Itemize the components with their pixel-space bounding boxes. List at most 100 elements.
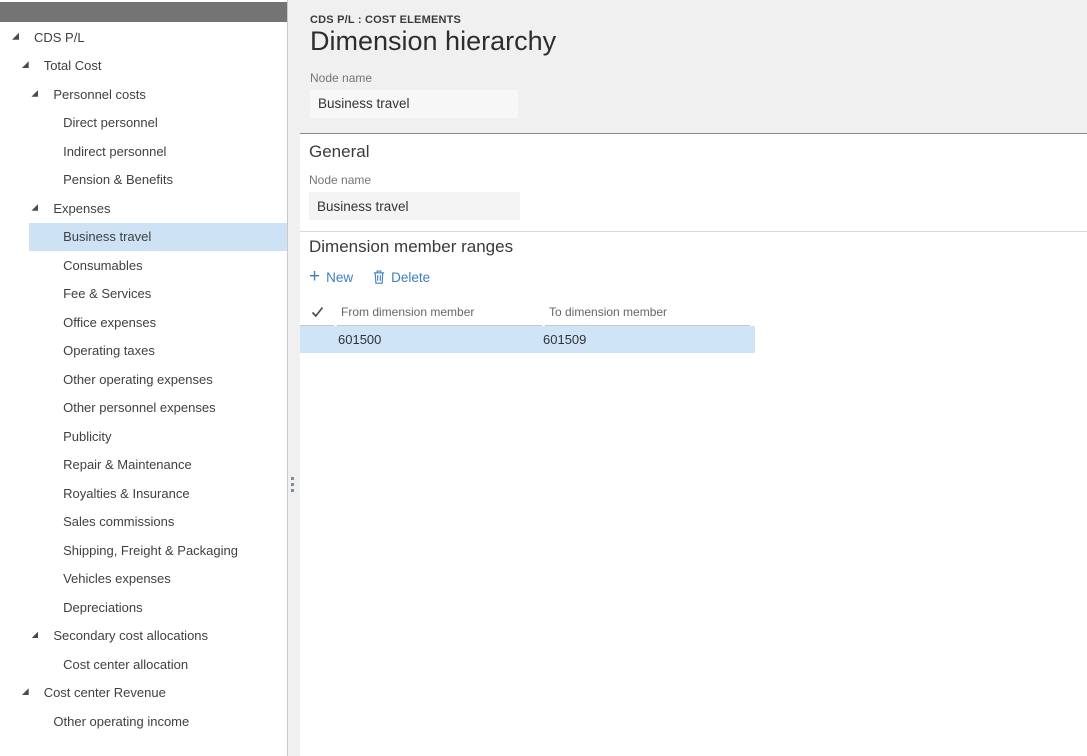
ranges-grid-body: 601500601509 — [300, 326, 1087, 353]
general-node-name-label: Node name — [309, 173, 1087, 187]
trash-icon — [373, 270, 385, 284]
tree-item[interactable]: Other operating expenses — [29, 365, 287, 394]
tree-item-label: Cost center Revenue — [44, 685, 166, 700]
expander-spacer — [39, 365, 63, 394]
expander-spacer — [39, 451, 63, 480]
node-name-label: Node name — [310, 71, 1087, 85]
expander-spacer — [39, 479, 63, 508]
expander-spacer — [39, 565, 63, 594]
dimension-member-ranges-section: Dimension member ranges + New — [300, 231, 1087, 756]
ranges-grid-header: From dimension member To dimension membe… — [300, 299, 1087, 326]
tree-item[interactable]: Other personnel expenses — [29, 394, 287, 423]
node-name-input[interactable] — [310, 90, 518, 118]
tree-item[interactable]: Royalties & Insurance — [29, 479, 287, 508]
tree-item[interactable]: Vehicles expenses — [29, 565, 287, 594]
plus-icon: + — [309, 270, 320, 283]
tree-item-label: Other operating income — [53, 714, 189, 729]
expander-spacer — [39, 337, 63, 366]
tree-item-label: Cost center allocation — [63, 657, 188, 672]
tree-item-label: Royalties & Insurance — [63, 486, 189, 501]
tree-item[interactable]: Direct personnel — [29, 109, 287, 138]
tree-item[interactable]: Secondary cost allocations — [19, 622, 287, 651]
expanded-triangle-icon[interactable] — [10, 23, 34, 52]
tree-item[interactable]: Consumables — [29, 251, 287, 280]
tree-item-label: Operating taxes — [63, 343, 155, 358]
general-section-title: General — [309, 142, 1087, 162]
to-dimension-member-cell[interactable]: 601509 — [539, 332, 744, 347]
ranges-grid: From dimension member To dimension membe… — [300, 299, 1087, 353]
expanded-triangle-icon[interactable] — [29, 622, 53, 651]
dimension-hierarchy-app: CDS P/L Total Cost Personnel costs Direct p… — [0, 0, 1087, 756]
ranges-grid-row[interactable]: 601500601509 — [300, 326, 755, 353]
tree-item[interactable]: Personnel costs — [19, 80, 287, 109]
tree-item[interactable]: Expenses — [19, 194, 287, 223]
tree-item[interactable]: Repair & Maintenance — [29, 451, 287, 480]
checkmark-icon — [311, 306, 324, 318]
tree-item[interactable]: Publicity — [29, 422, 287, 451]
expander-spacer — [39, 166, 63, 195]
splitter-grip-icon[interactable] — [291, 477, 294, 492]
expander-spacer — [39, 650, 63, 679]
tree-item-label: Fee & Services — [63, 286, 151, 301]
delete-button-label: Delete — [391, 270, 430, 285]
new-button-label: New — [326, 270, 353, 285]
tree-item[interactable]: Cost center Revenue — [10, 679, 287, 708]
expander-spacer — [39, 109, 63, 138]
column-header-to[interactable]: To dimension member — [545, 299, 750, 326]
expander-spacer — [29, 707, 53, 736]
tree-item[interactable]: Shipping, Freight & Packaging — [29, 536, 287, 565]
expanded-triangle-icon — [22, 61, 29, 68]
expanded-triangle-icon[interactable] — [29, 80, 53, 109]
delete-button[interactable]: Delete — [373, 270, 430, 285]
general-node-name-input[interactable] — [309, 192, 520, 220]
detail-panel: CDS P/L : COST ELEMENTS Dimension hierar… — [300, 0, 1087, 756]
expanded-triangle-icon[interactable] — [29, 194, 53, 223]
tree-item[interactable]: Fee & Services — [29, 280, 287, 309]
ranges-action-bar: + New Delete — [300, 267, 1087, 287]
tree-item[interactable]: Other operating income — [19, 707, 287, 736]
page-header: CDS P/L : COST ELEMENTS Dimension hierar… — [300, 0, 1087, 133]
general-section: General Node name — [300, 133, 1087, 231]
tree-item-label: Sales commissions — [63, 514, 174, 529]
tree-item[interactable]: Pension & Benefits — [29, 166, 287, 195]
select-column-header[interactable] — [300, 299, 334, 326]
tree-item-label: CDS P/L — [34, 30, 85, 45]
tree-item[interactable]: Depreciations — [29, 593, 287, 622]
tree-item-label: Pension & Benefits — [63, 172, 173, 187]
tree-item[interactable]: Office expenses — [29, 308, 287, 337]
tree-item-label: Other personnel expenses — [63, 400, 215, 415]
expander-spacer — [39, 536, 63, 565]
expanded-triangle-icon — [12, 33, 19, 40]
tree-item-label: Personnel costs — [53, 87, 146, 102]
expander-spacer — [39, 508, 63, 537]
expander-spacer — [39, 593, 63, 622]
expander-spacer — [39, 251, 63, 280]
tree-item[interactable]: Total Cost — [10, 52, 287, 81]
tree-item-label: Indirect personnel — [63, 144, 166, 159]
expander-spacer — [39, 422, 63, 451]
expanded-triangle-icon[interactable] — [20, 52, 44, 81]
expanded-triangle-icon — [22, 688, 29, 695]
tree-item-label: Depreciations — [63, 600, 143, 615]
expanded-triangle-icon[interactable] — [20, 679, 44, 708]
tree-item-label: Vehicles expenses — [63, 571, 171, 586]
new-button[interactable]: + New — [309, 270, 353, 285]
expanded-triangle-icon — [31, 631, 38, 638]
tree-item-label: Repair & Maintenance — [63, 457, 192, 472]
tree-item-label: Expenses — [53, 201, 110, 216]
panel-splitter[interactable] — [287, 0, 300, 756]
tree-item[interactable]: Cost center allocation — [29, 650, 287, 679]
tree-item[interactable]: Indirect personnel — [29, 137, 287, 166]
column-header-from[interactable]: From dimension member — [337, 299, 542, 326]
tree-item[interactable]: Business travel — [29, 223, 287, 252]
tree-item[interactable]: CDS P/L — [0, 23, 287, 52]
from-dimension-member-cell[interactable]: 601500 — [334, 332, 539, 347]
tree-item[interactable]: Sales commissions — [29, 508, 287, 537]
expanded-triangle-icon — [31, 90, 38, 97]
expander-spacer — [39, 137, 63, 166]
hierarchy-tree: CDS P/L Total Cost Personnel costs Direct p… — [0, 22, 287, 736]
expanded-triangle-icon — [31, 204, 38, 211]
tree-item[interactable]: Operating taxes — [29, 337, 287, 366]
tree-panel-header-bar — [0, 2, 287, 22]
expander-spacer — [39, 280, 63, 309]
